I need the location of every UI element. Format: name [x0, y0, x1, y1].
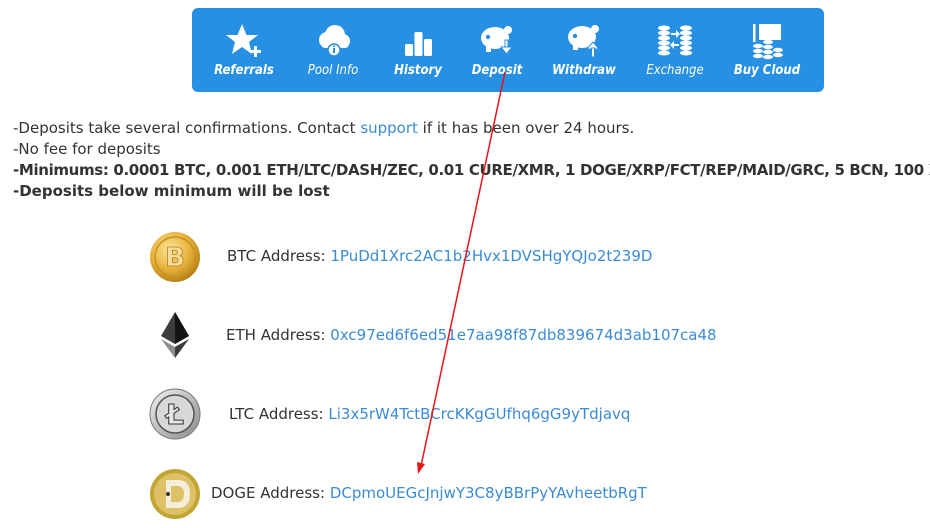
piggy-bank-down-icon: [477, 22, 517, 60]
litecoin-icon: Ł: [149, 388, 201, 440]
svg-text:Ł: Ł: [164, 398, 184, 431]
btc-address-link[interactable]: 1PuDd1Xrc2AC1b2Hvx1DVSHgYQJo2t239D: [330, 247, 652, 265]
support-link[interactable]: support: [360, 119, 418, 137]
address-label: DOGE Address:: [211, 484, 326, 502]
info-line-confirmations: -Deposits take several confirmations. Co…: [13, 118, 930, 139]
bitcoin-icon: B: [150, 232, 200, 282]
top-navbar: Referrals Pool Info History Deposit With…: [192, 8, 824, 92]
nav-referrals[interactable]: Referrals: [198, 8, 290, 92]
piggy-bank-up-icon: [564, 22, 604, 60]
address-label: LTC Address:: [229, 405, 324, 423]
cloud-info-icon: [313, 22, 353, 60]
arrow-head: [417, 462, 425, 474]
server-coins-icon: [747, 22, 787, 60]
nav-withdraw[interactable]: Withdraw: [540, 8, 628, 92]
bar-chart-icon: [398, 22, 438, 60]
nav-label: Buy Cloud: [733, 63, 801, 78]
nav-label: Exchange: [646, 63, 704, 78]
star-plus-icon: [224, 22, 264, 60]
nav-label: Withdraw: [552, 63, 616, 78]
svg-text:B: B: [165, 243, 185, 273]
doge-address-link[interactable]: DCpmoUEGcJnjwY3C8yBBrPyYAvheetbRgT: [330, 484, 647, 502]
nav-buy-cloud[interactable]: Buy Cloud: [722, 8, 812, 92]
ethereum-icon: [161, 312, 189, 358]
dogecoin-icon: [150, 469, 200, 519]
deposit-info: -Deposits take several confirmations. Co…: [13, 118, 930, 202]
info-line-minimums: -Minimums: 0.0001 BTC, 0.001 ETH/LTC/DAS…: [13, 161, 930, 179]
ltc-address-link[interactable]: Li3x5rW4TctBCrcKKgGUfhq6gG9yTdjavq: [328, 405, 630, 423]
info-text: -Deposits take several confirmations. Co…: [13, 119, 361, 137]
nav-label: Deposit: [471, 63, 523, 78]
info-line-warning: -Deposits below minimum will be lost: [13, 182, 330, 200]
info-text: if it has been over 24 hours.: [417, 119, 635, 137]
nav-label: Referrals: [214, 63, 274, 78]
nav-exchange[interactable]: Exchange: [630, 8, 720, 92]
eth-address-link[interactable]: 0xc97ed6f6ed51e7aa98f87db839674d3ab107ca…: [330, 326, 716, 344]
nav-label: History: [394, 63, 442, 78]
address-label: ETH Address:: [226, 326, 326, 344]
nav-deposit[interactable]: Deposit: [456, 8, 538, 92]
coins-exchange-icon: [655, 22, 695, 60]
address-label: BTC Address:: [227, 247, 326, 265]
nav-pool-info[interactable]: Pool Info: [288, 8, 378, 92]
info-line-no-fee: -No fee for deposits: [13, 140, 161, 158]
nav-history[interactable]: History: [374, 8, 462, 92]
nav-label: Pool Info: [307, 63, 359, 78]
